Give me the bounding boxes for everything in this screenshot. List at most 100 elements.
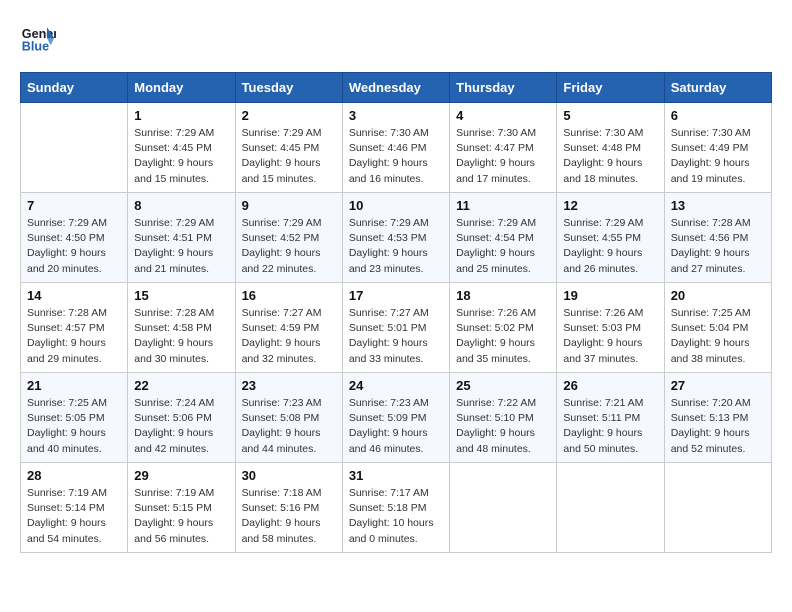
day-info: Sunrise: 7:30 AM Sunset: 4:46 PM Dayligh… — [349, 126, 443, 187]
day-info: Sunrise: 7:17 AM Sunset: 5:18 PM Dayligh… — [349, 486, 443, 547]
svg-text:Blue: Blue — [22, 40, 49, 54]
day-info: Sunrise: 7:28 AM Sunset: 4:58 PM Dayligh… — [134, 306, 228, 367]
day-number: 27 — [671, 378, 765, 393]
days-header-row: SundayMondayTuesdayWednesdayThursdayFrid… — [21, 73, 772, 103]
calendar-cell: 15 Sunrise: 7:28 AM Sunset: 4:58 PM Dayli… — [128, 283, 235, 373]
calendar-cell: 1Sunrise: 7:29 AM Sunset: 4:45 PM Daylig… — [128, 103, 235, 193]
day-number: 30 — [242, 468, 336, 483]
day-info: Sunrise: 7:19 AM Sunset: 5:15 PM Dayligh… — [134, 486, 228, 547]
day-number: 4 — [456, 108, 550, 123]
calendar-cell: 4Sunrise: 7:30 AM Sunset: 4:47 PM Daylig… — [450, 103, 557, 193]
day-number: 11 — [456, 198, 550, 213]
calendar-cell: 12Sunrise: 7:29 AM Sunset: 4:55 PM Dayli… — [557, 193, 664, 283]
day-info: Sunrise: 7:29 AM Sunset: 4:54 PM Dayligh… — [456, 216, 550, 277]
day-number: 9 — [242, 198, 336, 213]
calendar-cell: 25Sunrise: 7:22 AM Sunset: 5:10 PM Dayli… — [450, 373, 557, 463]
calendar-cell: 20 Sunrise: 7:25 AM Sunset: 5:04 PM Dayli… — [664, 283, 771, 373]
day-number: 5 — [563, 108, 657, 123]
day-number: 15 — [134, 288, 228, 303]
calendar-cell: 2 Sunrise: 7:29 AM Sunset: 4:45 PM Daylig… — [235, 103, 342, 193]
day-info: Sunrise: 7:27 AM Sunset: 5:01 PM Dayligh… — [349, 306, 443, 367]
calendar-cell: 11 Sunrise: 7:29 AM Sunset: 4:54 PM Dayli… — [450, 193, 557, 283]
week-row-5: 28 Sunrise: 7:19 AM Sunset: 5:14 PM Dayli… — [21, 463, 772, 553]
calendar-cell: 29Sunrise: 7:19 AM Sunset: 5:15 PM Dayli… — [128, 463, 235, 553]
calendar-cell: 21Sunrise: 7:25 AM Sunset: 5:05 PM Dayli… — [21, 373, 128, 463]
day-info: Sunrise: 7:19 AM Sunset: 5:14 PM Dayligh… — [27, 486, 121, 547]
calendar-cell — [664, 463, 771, 553]
day-number: 28 — [27, 468, 121, 483]
day-number: 12 — [563, 198, 657, 213]
day-header-monday: Monday — [128, 73, 235, 103]
day-info: Sunrise: 7:29 AM Sunset: 4:45 PM Dayligh… — [134, 126, 228, 187]
calendar-cell: 23 Sunrise: 7:23 AM Sunset: 5:08 PM Dayli… — [235, 373, 342, 463]
day-info: Sunrise: 7:18 AM Sunset: 5:16 PM Dayligh… — [242, 486, 336, 547]
day-info: Sunrise: 7:29 AM Sunset: 4:52 PM Dayligh… — [242, 216, 336, 277]
calendar-cell: 19 Sunrise: 7:26 AM Sunset: 5:03 PM Dayli… — [557, 283, 664, 373]
calendar-table: SundayMondayTuesdayWednesdayThursdayFrid… — [20, 72, 772, 553]
day-info: Sunrise: 7:23 AM Sunset: 5:09 PM Dayligh… — [349, 396, 443, 457]
day-info: Sunrise: 7:30 AM Sunset: 4:49 PM Dayligh… — [671, 126, 765, 187]
day-number: 2 — [242, 108, 336, 123]
day-header-saturday: Saturday — [664, 73, 771, 103]
day-header-friday: Friday — [557, 73, 664, 103]
calendar-cell: 17 Sunrise: 7:27 AM Sunset: 5:01 PM Dayli… — [342, 283, 449, 373]
day-info: Sunrise: 7:21 AM Sunset: 5:11 PM Dayligh… — [563, 396, 657, 457]
day-info: Sunrise: 7:29 AM Sunset: 4:53 PM Dayligh… — [349, 216, 443, 277]
calendar-cell: 14 Sunrise: 7:28 AM Sunset: 4:57 PM Dayli… — [21, 283, 128, 373]
calendar-cell: 10 Sunrise: 7:29 AM Sunset: 4:53 PM Dayli… — [342, 193, 449, 283]
calendar-cell: 30 Sunrise: 7:18 AM Sunset: 5:16 PM Dayli… — [235, 463, 342, 553]
day-number: 8 — [134, 198, 228, 213]
calendar-cell: 31 Sunrise: 7:17 AM Sunset: 5:18 PM Dayli… — [342, 463, 449, 553]
calendar-cell — [21, 103, 128, 193]
day-number: 23 — [242, 378, 336, 393]
calendar-cell: 27Sunrise: 7:20 AM Sunset: 5:13 PM Dayli… — [664, 373, 771, 463]
calendar-cell: 6Sunrise: 7:30 AM Sunset: 4:49 PM Daylig… — [664, 103, 771, 193]
day-number: 22 — [134, 378, 228, 393]
calendar-cell — [557, 463, 664, 553]
week-row-3: 14 Sunrise: 7:28 AM Sunset: 4:57 PM Dayli… — [21, 283, 772, 373]
page-header: General Blue — [20, 20, 772, 56]
week-row-4: 21Sunrise: 7:25 AM Sunset: 5:05 PM Dayli… — [21, 373, 772, 463]
day-number: 17 — [349, 288, 443, 303]
day-info: Sunrise: 7:26 AM Sunset: 5:03 PM Dayligh… — [563, 306, 657, 367]
day-info: Sunrise: 7:29 AM Sunset: 4:51 PM Dayligh… — [134, 216, 228, 277]
calendar-cell: 24 Sunrise: 7:23 AM Sunset: 5:09 PM Dayli… — [342, 373, 449, 463]
day-number: 7 — [27, 198, 121, 213]
day-info: Sunrise: 7:23 AM Sunset: 5:08 PM Dayligh… — [242, 396, 336, 457]
calendar-cell: 8 Sunrise: 7:29 AM Sunset: 4:51 PM Daylig… — [128, 193, 235, 283]
day-number: 20 — [671, 288, 765, 303]
day-info: Sunrise: 7:22 AM Sunset: 5:10 PM Dayligh… — [456, 396, 550, 457]
calendar-cell: 3 Sunrise: 7:30 AM Sunset: 4:46 PM Daylig… — [342, 103, 449, 193]
calendar-cell: 28 Sunrise: 7:19 AM Sunset: 5:14 PM Dayli… — [21, 463, 128, 553]
day-number: 14 — [27, 288, 121, 303]
day-number: 13 — [671, 198, 765, 213]
day-info: Sunrise: 7:25 AM Sunset: 5:05 PM Dayligh… — [27, 396, 121, 457]
day-number: 31 — [349, 468, 443, 483]
day-number: 16 — [242, 288, 336, 303]
day-header-sunday: Sunday — [21, 73, 128, 103]
calendar-cell: 13 Sunrise: 7:28 AM Sunset: 4:56 PM Dayli… — [664, 193, 771, 283]
day-number: 10 — [349, 198, 443, 213]
day-info: Sunrise: 7:28 AM Sunset: 4:56 PM Dayligh… — [671, 216, 765, 277]
calendar-cell: 22Sunrise: 7:24 AM Sunset: 5:06 PM Dayli… — [128, 373, 235, 463]
day-info: Sunrise: 7:25 AM Sunset: 5:04 PM Dayligh… — [671, 306, 765, 367]
week-row-2: 7Sunrise: 7:29 AM Sunset: 4:50 PM Daylig… — [21, 193, 772, 283]
day-info: Sunrise: 7:29 AM Sunset: 4:45 PM Dayligh… — [242, 126, 336, 187]
calendar-cell: 9 Sunrise: 7:29 AM Sunset: 4:52 PM Daylig… — [235, 193, 342, 283]
day-header-thursday: Thursday — [450, 73, 557, 103]
calendar-cell: 5 Sunrise: 7:30 AM Sunset: 4:48 PM Daylig… — [557, 103, 664, 193]
day-info: Sunrise: 7:26 AM Sunset: 5:02 PM Dayligh… — [456, 306, 550, 367]
day-info: Sunrise: 7:30 AM Sunset: 4:48 PM Dayligh… — [563, 126, 657, 187]
day-number: 26 — [563, 378, 657, 393]
calendar-cell: 18 Sunrise: 7:26 AM Sunset: 5:02 PM Dayli… — [450, 283, 557, 373]
day-info: Sunrise: 7:28 AM Sunset: 4:57 PM Dayligh… — [27, 306, 121, 367]
day-number: 19 — [563, 288, 657, 303]
calendar-cell: 7Sunrise: 7:29 AM Sunset: 4:50 PM Daylig… — [21, 193, 128, 283]
calendar-cell: 16Sunrise: 7:27 AM Sunset: 4:59 PM Dayli… — [235, 283, 342, 373]
day-number: 24 — [349, 378, 443, 393]
day-header-tuesday: Tuesday — [235, 73, 342, 103]
calendar-cell: 26 Sunrise: 7:21 AM Sunset: 5:11 PM Dayli… — [557, 373, 664, 463]
day-number: 18 — [456, 288, 550, 303]
week-row-1: 1Sunrise: 7:29 AM Sunset: 4:45 PM Daylig… — [21, 103, 772, 193]
day-number: 3 — [349, 108, 443, 123]
